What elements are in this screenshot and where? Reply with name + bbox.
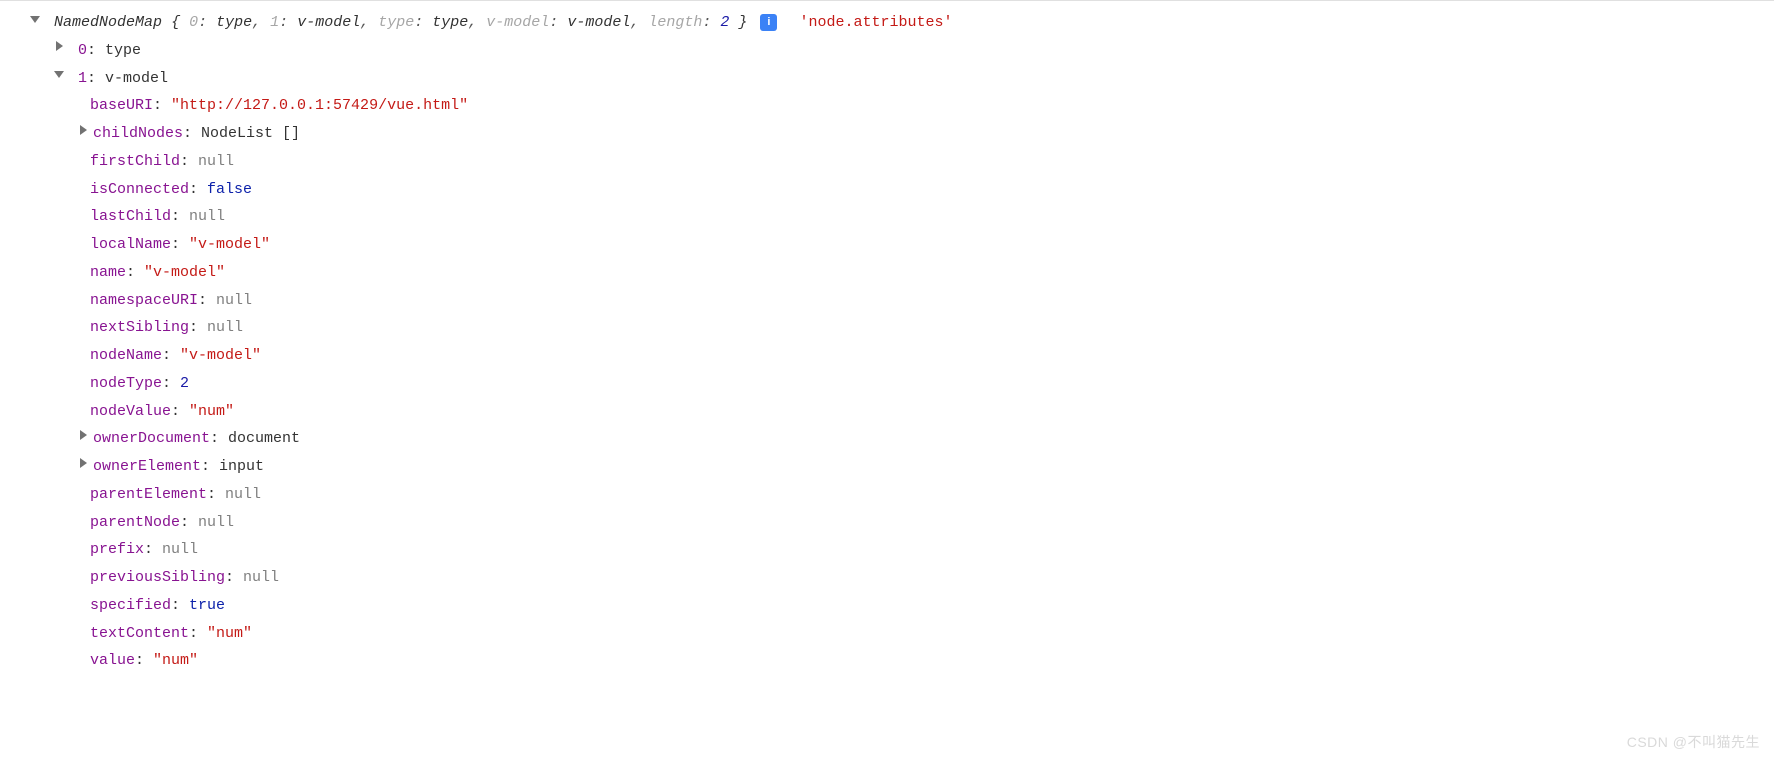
property-row-name[interactable]: name: "v-model" xyxy=(0,259,1774,287)
property-key: nodeValue xyxy=(90,403,171,420)
property-key: textContent xyxy=(90,625,189,642)
property-key: ownerDocument xyxy=(93,430,210,447)
property-value: document xyxy=(228,430,300,447)
property-value: input xyxy=(219,458,264,475)
property-value: "v-model" xyxy=(180,347,261,364)
disclosure-collapsed-icon[interactable] xyxy=(78,460,89,471)
property-row-nodeType[interactable]: nodeType: 2 xyxy=(0,370,1774,398)
property-key: lastChild xyxy=(90,208,171,225)
property-value: "v-model" xyxy=(144,264,225,281)
property-key: nodeName xyxy=(90,347,162,364)
property-value: null xyxy=(189,208,225,225)
preview-key: 1 xyxy=(270,14,279,31)
property-key: parentNode xyxy=(90,514,180,531)
property-value: null xyxy=(243,569,279,586)
preview-close-brace: } xyxy=(738,14,747,31)
property-key: previousSibling xyxy=(90,569,225,586)
property-key: baseURI xyxy=(90,97,153,114)
property-row-lastChild[interactable]: lastChild: null xyxy=(0,203,1774,231)
property-value: "v-model" xyxy=(189,236,270,253)
preview-value: type xyxy=(432,14,468,31)
preview-value: v-model xyxy=(567,14,630,31)
property-row-previousSibling[interactable]: previousSibling: null xyxy=(0,564,1774,592)
property-row-specified[interactable]: specified: true xyxy=(0,592,1774,620)
property-row-parentNode[interactable]: parentNode: null xyxy=(0,509,1774,537)
property-value: v-model xyxy=(105,70,168,87)
property-row-nextSibling[interactable]: nextSibling: null xyxy=(0,314,1774,342)
preview-key: 0 xyxy=(189,14,198,31)
property-key: ownerElement xyxy=(93,458,201,475)
property-row-ownerElement[interactable]: ownerElement: input xyxy=(0,453,1774,481)
property-row-textContent[interactable]: textContent: "num" xyxy=(0,620,1774,648)
property-key: nextSibling xyxy=(90,319,189,336)
class-name: NamedNodeMap xyxy=(54,14,162,31)
property-key: value xyxy=(90,652,135,669)
disclosure-expanded-icon[interactable] xyxy=(30,16,41,27)
property-value: NodeList [] xyxy=(201,125,300,142)
property-row-parentElement[interactable]: parentElement: null xyxy=(0,481,1774,509)
property-value: null xyxy=(207,319,243,336)
property-value: "num" xyxy=(189,403,234,420)
disclosure-collapsed-icon[interactable] xyxy=(54,43,65,54)
property-row-value[interactable]: value: "num" xyxy=(0,647,1774,675)
preview-value: v-model xyxy=(297,14,360,31)
disclosure-expanded-icon[interactable] xyxy=(54,71,65,82)
preview-key: v-model xyxy=(486,14,549,31)
property-value: type xyxy=(105,42,141,59)
property-row-namespaceURI[interactable]: namespaceURI: null xyxy=(0,287,1774,315)
disclosure-collapsed-icon[interactable] xyxy=(78,127,89,138)
property-value: null xyxy=(216,292,252,309)
property-row-baseURI[interactable]: baseURI: "http://127.0.0.1:57429/vue.htm… xyxy=(0,92,1774,120)
property-row-localName[interactable]: localName: "v-model" xyxy=(0,231,1774,259)
property-key: localName xyxy=(90,236,171,253)
watermark-text: CSDN @不叫猫先生 xyxy=(1627,730,1760,756)
property-key: specified xyxy=(90,597,171,614)
object-header-row[interactable]: NamedNodeMap { 0: type, 1: v-model, type… xyxy=(0,9,1774,37)
property-row-1[interactable]: 1: v-model xyxy=(0,65,1774,93)
property-row-isConnected[interactable]: isConnected: false xyxy=(0,176,1774,204)
property-value: "http://127.0.0.1:57429/vue.html" xyxy=(171,97,468,114)
property-key: name xyxy=(90,264,126,281)
property-value: 2 xyxy=(180,375,189,392)
preview-value: type xyxy=(216,14,252,31)
property-value: null xyxy=(225,486,261,503)
property-row-prefix[interactable]: prefix: null xyxy=(0,536,1774,564)
property-key: 1 xyxy=(78,70,87,87)
property-value: null xyxy=(198,153,234,170)
preview-value: 2 xyxy=(720,14,729,31)
property-row-childNodes[interactable]: childNodes: NodeList [] xyxy=(0,120,1774,148)
property-key: prefix xyxy=(90,541,144,558)
property-value: "num" xyxy=(153,652,198,669)
preview-key: length xyxy=(648,14,702,31)
property-key: firstChild xyxy=(90,153,180,170)
property-value: "num" xyxy=(207,625,252,642)
property-value: null xyxy=(162,541,198,558)
property-value: null xyxy=(198,514,234,531)
property-key: childNodes xyxy=(93,125,183,142)
property-row-nodeValue[interactable]: nodeValue: "num" xyxy=(0,398,1774,426)
property-row-firstChild[interactable]: firstChild: null xyxy=(0,148,1774,176)
property-row-nodeName[interactable]: nodeName: "v-model" xyxy=(0,342,1774,370)
property-key: isConnected xyxy=(90,181,189,198)
source-string: 'node.attributes' xyxy=(799,14,952,31)
property-key: 0 xyxy=(78,42,87,59)
preview-key: type xyxy=(378,14,414,31)
property-row-0[interactable]: 0: type xyxy=(0,37,1774,65)
disclosure-collapsed-icon[interactable] xyxy=(78,432,89,443)
property-value: false xyxy=(207,181,252,198)
property-row-ownerDocument[interactable]: ownerDocument: document xyxy=(0,425,1774,453)
preview-open-brace: { xyxy=(171,14,180,31)
info-icon[interactable]: i xyxy=(760,14,777,31)
property-key: nodeType xyxy=(90,375,162,392)
property-key: namespaceURI xyxy=(90,292,198,309)
property-value: true xyxy=(189,597,225,614)
property-key: parentElement xyxy=(90,486,207,503)
